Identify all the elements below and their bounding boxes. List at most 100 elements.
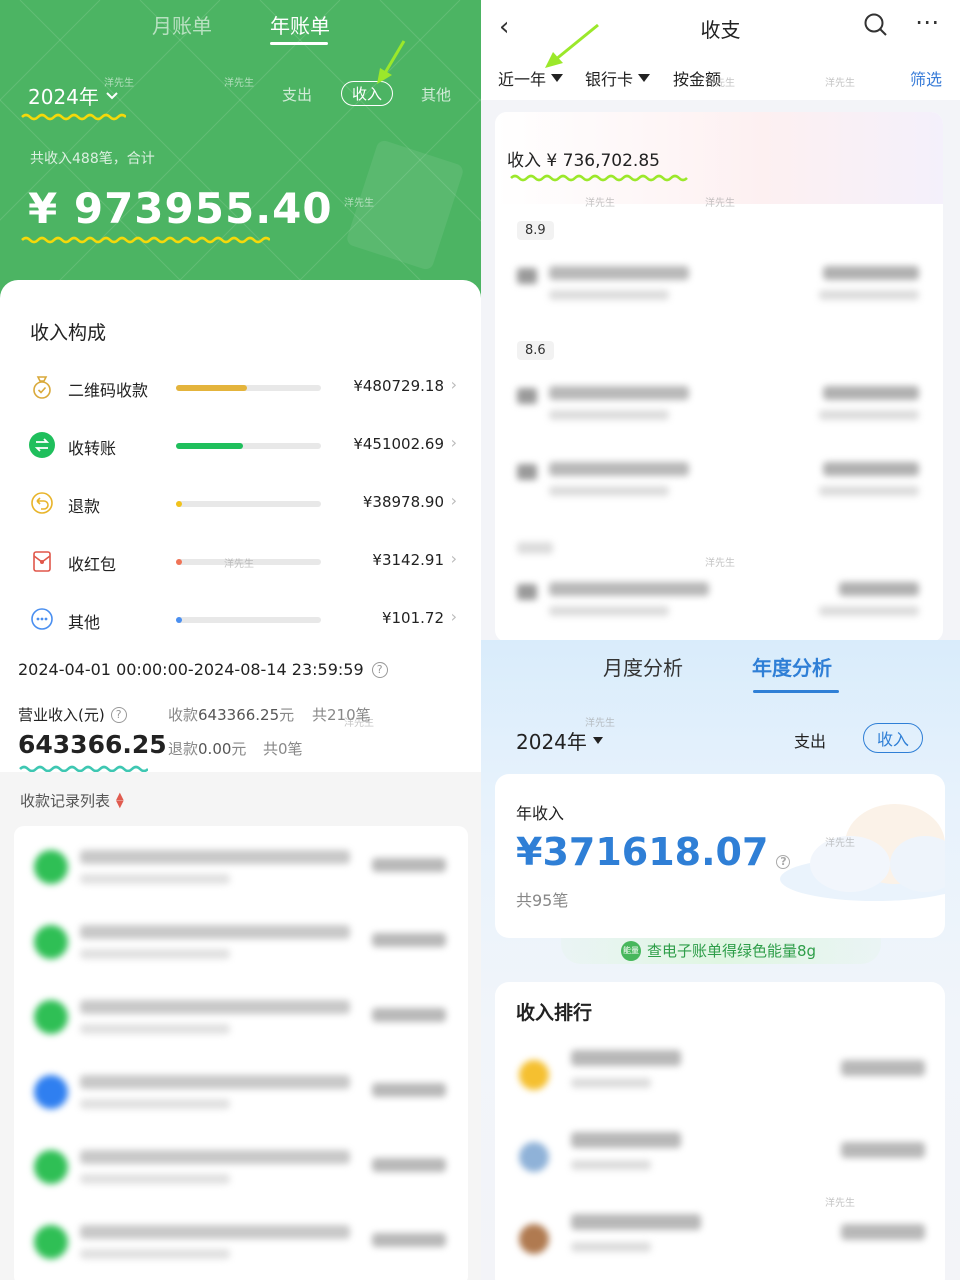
filter-by-amount[interactable]: 按金额	[673, 66, 721, 90]
list-item[interactable]	[14, 826, 468, 901]
category-amount: ¥480729.18	[353, 377, 444, 395]
year-label: 2024年	[28, 85, 99, 109]
filter-button[interactable]: 筛选	[910, 66, 942, 90]
category-bar	[176, 501, 321, 507]
annual-bill-panel: 月账单 年账单 2024年 支出 收入 其他 共收入488笔，合计 ¥ 9739…	[0, 0, 481, 1280]
income-composition-title: 收入构成	[30, 322, 107, 344]
tab-monthly-bill[interactable]: 月账单	[152, 10, 212, 39]
annotation-arrow	[377, 40, 406, 84]
tab-annual-bill[interactable]: 年账单	[270, 10, 330, 39]
category-bar	[176, 617, 321, 623]
annotation-arrow	[545, 23, 599, 68]
filter-by-amount-label: 按金额	[673, 70, 722, 89]
dropdown-icon	[592, 737, 603, 744]
annual-income: ¥371618.07 ?	[516, 830, 791, 874]
collection-label: 收款	[168, 706, 199, 724]
tab-underline	[270, 42, 328, 45]
tab-annual-analysis[interactable]: 年度分析	[752, 652, 832, 681]
dropdown-icon	[551, 74, 564, 82]
income-summary: 共收入488笔，合计	[30, 151, 155, 167]
analysis-tab-underline	[753, 690, 839, 693]
category-bar	[176, 385, 321, 391]
tab-monthly-analysis[interactable]: 月度分析	[603, 652, 683, 681]
category-row-refund[interactable]: 退款 ¥38978.90 ›	[0, 484, 481, 524]
dropdown-icon	[638, 74, 651, 82]
category-bar-fill	[176, 443, 243, 449]
income-expense-panel: ‹ 收支 ⋯ 近一年 银行卡 按金额 筛选 收入 ¥ 736,702.85 8.…	[481, 0, 960, 1280]
ranking-row[interactable]	[495, 1118, 945, 1198]
toggle-expense[interactable]: 支出	[794, 728, 826, 752]
more-dots-icon	[31, 608, 53, 630]
transaction-row[interactable]	[509, 376, 929, 436]
annual-bill-header: 月账单 年账单 2024年 支出 收入 其他 共收入488笔，合计 ¥ 9739…	[0, 0, 481, 300]
category-row-transfer[interactable]: 收转账 ¥451002.69 ›	[0, 426, 481, 466]
help-icon[interactable]: ?	[776, 855, 791, 869]
more-icon[interactable]: ⋯	[915, 8, 940, 36]
annual-income-amount: ¥371618.07	[516, 830, 769, 874]
transaction-row[interactable]	[509, 452, 929, 512]
category-amount: ¥101.72	[381, 609, 444, 627]
business-income-label-text: 营业收入(元)	[18, 706, 105, 724]
analysis-year-selector[interactable]: 2024年	[516, 726, 603, 755]
ranking-row[interactable]	[495, 1200, 945, 1280]
transaction-row[interactable]	[509, 572, 929, 632]
refund-unit: 元	[231, 740, 247, 758]
annual-income-total: ¥ 973955.40	[28, 184, 333, 233]
refund-icon	[31, 492, 53, 514]
category-bar-fill	[176, 559, 182, 565]
filter-period-label: 近一年	[498, 70, 547, 89]
category-row-red-packet[interactable]: 收红包 ¥3142.91 ›	[0, 542, 481, 582]
list-item[interactable]	[14, 1126, 468, 1201]
help-icon[interactable]: ?	[371, 661, 388, 678]
business-income-amount: 643366.25	[18, 730, 167, 759]
top-bar: ‹ 收支 ⋯ 近一年 银行卡 按金额 筛选	[481, 0, 960, 100]
date-tag: 8.9	[517, 221, 554, 240]
list-item[interactable]	[14, 901, 468, 976]
list-item[interactable]	[14, 976, 468, 1051]
chevron-right-icon: ›	[450, 375, 457, 394]
category-row-qr-collection[interactable]: 二维码收款 ¥480729.18 ›	[0, 368, 481, 408]
analysis-year-label: 2024年	[516, 730, 587, 754]
toggle-income[interactable]: 收入	[863, 723, 924, 753]
category-label: 收红包	[68, 555, 117, 574]
date-range-text: 2024-04-01 00:00:00-2024-08-14 23:59:59	[18, 660, 364, 679]
record-list-sort[interactable]: 收款记录列表 ▲ ▼	[20, 790, 124, 811]
collection-record-list	[14, 826, 468, 1280]
search-icon[interactable]	[863, 12, 889, 38]
chevron-right-icon: ›	[450, 549, 457, 568]
business-income-label: 营业收入(元) ?	[18, 704, 127, 725]
record-list-title: 收款记录列表	[20, 792, 111, 810]
list-item[interactable]	[14, 1051, 468, 1126]
category-bar	[176, 559, 321, 565]
category-bar	[176, 443, 321, 449]
chevron-right-icon: ›	[450, 433, 457, 452]
income-total-squiggle	[510, 174, 688, 182]
collection-amount: 643366.25	[198, 706, 280, 724]
green-energy-text: 查电子账单得绿色能量8g	[647, 942, 817, 960]
income-ranking-title: 收入排行	[516, 1002, 593, 1024]
income-total: 收入 ¥ 736,702.85	[507, 151, 660, 171]
category-amount: ¥3142.91	[372, 551, 444, 569]
transfer-icon	[29, 432, 55, 458]
transaction-row[interactable]	[509, 256, 929, 316]
category-amount: ¥38978.90	[362, 493, 444, 511]
red-packet-icon	[33, 551, 51, 572]
filter-expense[interactable]: 支出	[282, 84, 312, 105]
total-highlight-squiggle	[21, 236, 270, 244]
date-range: 2024-04-01 00:00:00-2024-08-14 23:59:59 …	[18, 660, 388, 679]
annual-income-count: 共95笔	[516, 891, 569, 910]
refund-label: 退款	[168, 740, 199, 758]
ranking-row[interactable]	[495, 1036, 945, 1116]
green-energy-link[interactable]: 能量 查电子账单得绿色能量8g	[621, 940, 816, 961]
list-item[interactable]	[14, 1201, 468, 1276]
help-icon[interactable]: ?	[110, 706, 127, 723]
filter-other[interactable]: 其他	[421, 84, 451, 105]
year-selector[interactable]: 2024年	[28, 81, 119, 110]
chevron-down-icon	[106, 91, 118, 99]
year-highlight-squiggle	[21, 113, 126, 121]
category-row-other[interactable]: 其他 ¥101.72 ›	[0, 600, 481, 640]
date-tag: 8.6	[517, 341, 554, 360]
annual-income-label: 年收入	[516, 804, 565, 823]
date-tag-blurred	[509, 534, 929, 564]
collection-unit: 元	[279, 706, 295, 724]
